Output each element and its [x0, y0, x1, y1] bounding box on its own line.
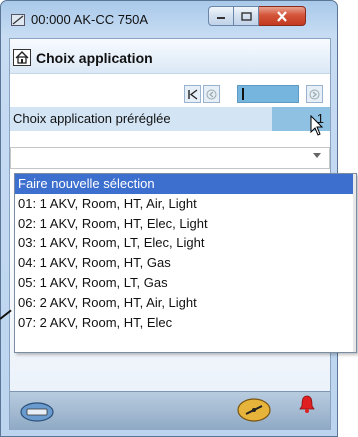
- home-button[interactable]: [13, 49, 31, 66]
- application-combo[interactable]: [10, 147, 330, 169]
- app-icon: [11, 13, 25, 26]
- list-item[interactable]: 06: 2 AKV, Room, HT, Air, Light: [15, 293, 356, 313]
- list-item[interactable]: 02: 1 AKV, Room, HT, Elec, Light: [15, 214, 356, 234]
- status-bar: [10, 391, 330, 430]
- prev-page-button[interactable]: [203, 85, 220, 103]
- page-title: Choix application: [36, 50, 153, 66]
- first-page-button[interactable]: [184, 85, 201, 103]
- minimize-button[interactable]: [208, 6, 234, 26]
- gauge-icon[interactable]: [237, 398, 271, 427]
- maximize-icon: [240, 11, 252, 21]
- maximize-button[interactable]: [234, 6, 259, 26]
- list-item[interactable]: 01: 1 AKV, Room, HT, Air, Light: [15, 194, 356, 214]
- drive-icon[interactable]: [20, 402, 54, 427]
- mouse-pointer-icon: [310, 114, 324, 142]
- parameter-row[interactable]: Choix application préréglée 1: [10, 107, 330, 131]
- chevron-down-icon[interactable]: [313, 153, 321, 158]
- list-item[interactable]: Faire nouvelle sélection: [15, 174, 356, 194]
- close-icon: [277, 10, 287, 22]
- alarm-icon[interactable]: [298, 394, 316, 419]
- title-bar[interactable]: 00:000 AK-CC 750A: [1, 1, 337, 37]
- home-icon: [15, 51, 29, 64]
- application-dropdown-list[interactable]: Faire nouvelle sélection 01: 1 AKV, Room…: [14, 173, 357, 353]
- list-item[interactable]: 03: 1 AKV, Room, LT, Elec, Light: [15, 233, 356, 253]
- caption-buttons: [208, 6, 306, 26]
- next-page-icon: [309, 89, 320, 99]
- list-scrollbar[interactable]: [353, 174, 356, 352]
- list-item[interactable]: 05: 1 AKV, Room, LT, Gas: [15, 273, 356, 293]
- page-navigation: [10, 81, 330, 105]
- list-item[interactable]: 04: 1 AKV, Room, HT, Gas: [15, 253, 356, 273]
- first-page-icon: [188, 88, 198, 100]
- close-button[interactable]: [259, 6, 306, 26]
- window-title: 00:000 AK-CC 750A: [31, 12, 149, 27]
- minimize-icon: [217, 17, 225, 19]
- parameter-label: Choix application préréglée: [13, 111, 171, 126]
- text-cursor: [242, 88, 244, 100]
- next-page-button[interactable]: [306, 85, 323, 103]
- prev-page-icon: [206, 89, 217, 99]
- header-bar: Choix application: [10, 39, 330, 74]
- list-item[interactable]: 07: 2 AKV, Room, HT, Elec: [15, 313, 356, 333]
- page-field[interactable]: [237, 85, 299, 103]
